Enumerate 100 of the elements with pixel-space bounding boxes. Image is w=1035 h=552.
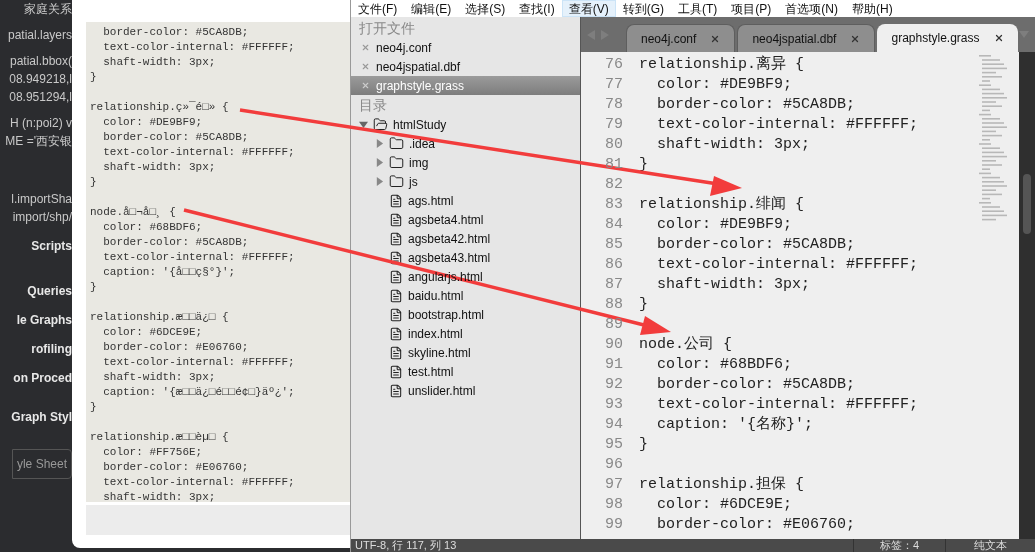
code-line: color: #DE9BF9;: [656, 214, 793, 235]
nav-item[interactable]: on Proced: [13, 368, 72, 387]
close-icon[interactable]: [993, 33, 1004, 43]
menu-item[interactable]: 编辑(E): [404, 0, 459, 17]
folder-name[interactable]: htmlStudy: [393, 115, 447, 134]
editor-tab[interactable]: graphstyle.grass: [877, 24, 1018, 52]
nav-item[interactable]: le Graphs: [16, 310, 72, 329]
code-line: border-color: #E06760;: [102, 461, 249, 473]
caret-icon[interactable]: [375, 177, 384, 186]
code-line: shaft-width: 3px;: [102, 161, 216, 173]
code-line: border-color: #5CA8DB;: [656, 234, 856, 255]
section-heading: 打开文件: [359, 18, 415, 38]
line-number: 87: [604, 274, 624, 295]
file-icon: [389, 193, 403, 208]
code-line: }: [90, 401, 97, 413]
line-number: 97: [604, 474, 624, 495]
status-text[interactable]: 纯文本: [945, 539, 1035, 552]
open-file-item[interactable]: neo4jspatial.dbf: [351, 57, 580, 76]
code-line: border-color: #5CA8DB;: [102, 131, 249, 143]
file-name[interactable]: agsbeta4.html: [408, 210, 484, 229]
code-line: border-color: #E06760;: [102, 341, 249, 353]
code-line: }: [639, 434, 648, 455]
query-text: ME ='西安银: [5, 133, 72, 150]
code-line: }: [639, 154, 648, 175]
nav-item[interactable]: Graph Styl: [11, 407, 72, 426]
line-number: 88: [604, 294, 624, 315]
menu-item[interactable]: 选择(S): [458, 0, 513, 17]
file-name[interactable]: baidu.html: [408, 286, 464, 305]
file-name[interactable]: unslider.html: [408, 381, 476, 400]
file-name[interactable]: ags.html: [408, 191, 454, 210]
code-line: text-color-internal: #FFFFFF;: [102, 356, 295, 368]
menu-item[interactable]: 转到(G): [615, 0, 671, 17]
code-line: relationship.绯闻 {: [639, 194, 805, 215]
open-file-item[interactable]: neo4j.conf: [351, 38, 580, 57]
folder-icon: [373, 117, 388, 132]
section-heading: Scripts: [31, 238, 72, 255]
line-number: 92: [604, 374, 624, 395]
menu-item[interactable]: 首选项(N): [778, 0, 845, 17]
code-line: caption: '{æ□□ä¿□é□□é¢□}äº¿';: [102, 386, 295, 398]
section-heading: 目录: [359, 95, 387, 115]
folder-name[interactable]: .idea: [409, 134, 436, 153]
folder-icon: [389, 174, 404, 189]
file-icon: [389, 364, 403, 379]
file-name[interactable]: agsbeta42.html: [408, 229, 491, 248]
code-line: border-color: #5CA8DB;: [102, 236, 249, 248]
caret-icon[interactable]: [359, 120, 368, 129]
code-line: color: #6DCE9E;: [102, 326, 203, 338]
line-number: 98: [604, 494, 624, 515]
editor-tab[interactable]: neo4j.conf: [626, 24, 736, 52]
nav-item[interactable]: rofiling: [31, 339, 72, 358]
editor-tab[interactable]: neo4jspatial.dbf: [737, 24, 876, 52]
code-line: border-color: #5CA8DB;: [102, 26, 249, 38]
code-line: text-color-internal: #FFFFFF;: [102, 476, 295, 488]
file-name[interactable]: index.html: [408, 324, 463, 343]
line-number: 99: [604, 514, 624, 535]
line-number: 94: [604, 414, 624, 435]
query-text: 家庭关系: [24, 1, 72, 18]
nav-item[interactable]: Queries: [27, 281, 72, 300]
code-line: text-color-internal: #FFFFFF;: [656, 254, 919, 275]
code-line: text-color-internal: #FFFFFF;: [656, 394, 919, 415]
code-line: text-color-internal: #FFFFFF;: [656, 114, 919, 135]
line-number: 86: [604, 254, 624, 275]
scrollbar[interactable]: [1019, 52, 1035, 539]
code-line: shaft-width: 3px;: [102, 56, 216, 68]
status-text: UTF-8, 行 117, 列 13: [354, 539, 457, 552]
menu-item[interactable]: 查看(V): [561, 0, 616, 17]
code-line: relationship.æ□□èµ□ {: [90, 431, 229, 443]
file-name[interactable]: agsbeta43.html: [408, 248, 491, 267]
code-line: relationship.æ□□ä¿□ {: [90, 311, 229, 323]
menu-item[interactable]: 帮助(H): [845, 0, 900, 17]
code-line: shaft-width: 3px;: [656, 274, 811, 295]
caret-icon[interactable]: [375, 139, 384, 148]
code-line: relationship.ç»¯é□» {: [90, 101, 229, 113]
code-line: text-color-internal: #FFFFFF;: [102, 146, 295, 158]
folder-name[interactable]: js: [409, 172, 418, 191]
code-line: }: [90, 281, 97, 293]
status-text[interactable]: 标签：4: [852, 539, 945, 552]
menu-item[interactable]: 工具(T): [671, 0, 725, 17]
line-number: 83: [604, 194, 624, 215]
file-name[interactable]: test.html: [408, 362, 454, 381]
menu-item[interactable]: 项目(P): [724, 0, 779, 17]
menu-item[interactable]: 查找(I): [512, 0, 562, 17]
menu-item[interactable]: 文件(F): [351, 0, 405, 17]
code-line: shaft-width: 3px;: [102, 371, 216, 383]
line-number: 85: [604, 234, 624, 255]
code-line: relationship.离异 {: [639, 54, 805, 75]
folder-name[interactable]: img: [409, 153, 429, 172]
caret-icon[interactable]: [375, 158, 384, 167]
query-text: H (n:poi2) v: [9, 115, 72, 132]
line-number: 93: [604, 394, 624, 415]
code-line: caption: '{名称}';: [656, 414, 814, 435]
file-icon: [389, 288, 403, 303]
file-icon: [389, 250, 403, 265]
line-number: 84: [604, 214, 624, 235]
query-text: 08.951294,l: [9, 89, 72, 106]
file-name[interactable]: skyline.html: [408, 343, 471, 362]
file-icon: [389, 326, 403, 341]
code-line: border-color: #5CA8DB;: [656, 374, 856, 395]
file-name[interactable]: bootstrap.html: [408, 305, 485, 324]
line-number: 91: [604, 354, 624, 375]
